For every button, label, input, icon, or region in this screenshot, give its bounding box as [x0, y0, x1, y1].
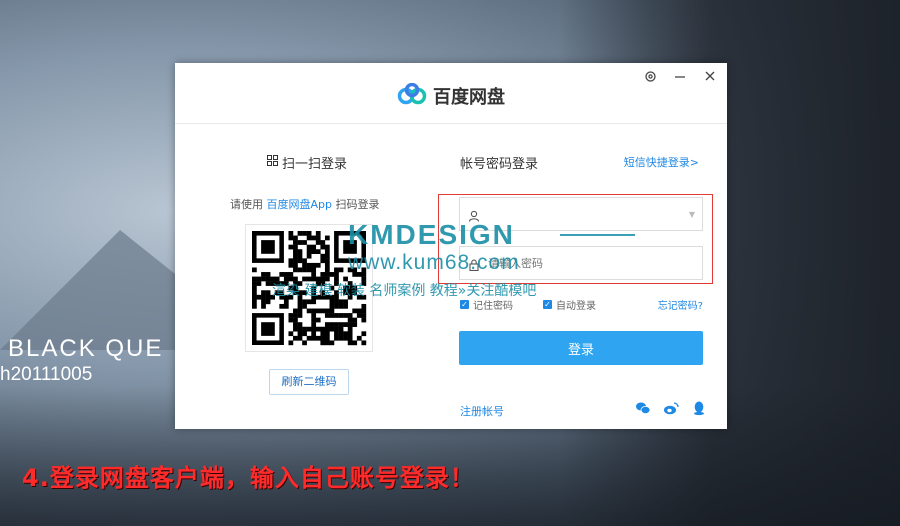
sms-login-link[interactable]: 短信快捷登录> [624, 154, 699, 170]
app-logo: 百度网盘 [175, 82, 727, 109]
header-divider [175, 123, 727, 124]
watermark-url: www.kum68.com [348, 251, 520, 274]
login-button[interactable]: 登录 [459, 331, 703, 365]
refresh-qr-button[interactable]: 刷新二维码 [269, 369, 349, 395]
app-name: 百度网盘 [433, 87, 505, 108]
register-link[interactable]: 注册帐号 [460, 403, 504, 419]
forgot-password-link[interactable]: 忘记密码? [658, 297, 703, 312]
wechat-icon[interactable] [635, 400, 651, 416]
social-login-icons [635, 400, 707, 416]
qr-hint: 请使用 百度网盘App 扫码登录 [230, 196, 380, 212]
qr-scan-icon [267, 155, 278, 170]
qq-icon[interactable] [691, 400, 707, 416]
watermark-line [560, 234, 635, 236]
remember-password-checkbox[interactable]: ✓ [460, 300, 469, 309]
qr-hint-app: 百度网盘App [266, 198, 333, 211]
background-subtitle-text: h20111005 [0, 364, 93, 385]
close-icon[interactable] [703, 70, 717, 84]
instruction-caption: 4.登录网盘客户端，输入自己账号登录！ [22, 464, 475, 492]
background-title-text: BLACK QUE [8, 335, 164, 362]
qr-login-title: 扫一扫登录 [267, 153, 347, 172]
window-controls [643, 70, 717, 84]
minimize-icon[interactable] [673, 70, 687, 84]
auto-login-label: 自动登录 [556, 301, 596, 312]
gear-icon[interactable] [643, 70, 657, 84]
qr-hint-prefix: 请使用 [230, 198, 267, 211]
baidu-netdisk-logo-icon [397, 82, 427, 109]
auto-login-checkbox[interactable]: ✓ [543, 300, 552, 309]
account-login-title: 帐号密码登录 [460, 157, 539, 172]
qr-login-title-text: 扫一扫登录 [282, 157, 348, 172]
qr-hint-suffix: 扫码登录 [332, 198, 380, 211]
watermark-tagline: 渲染 建模 软装 名师案例 教程»关注酷模吧 [272, 283, 537, 299]
watermark-brand: KMDESIGN [348, 219, 515, 250]
weibo-icon[interactable] [663, 400, 679, 416]
